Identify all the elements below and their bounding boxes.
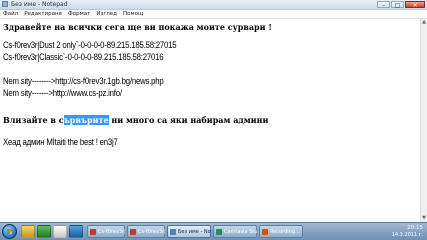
taskbar-item-recording[interactable]: Recording...: [259, 225, 303, 238]
system-tray[interactable]: 20:15 14.3.2011 г.: [391, 223, 427, 240]
taskbar-item-classic[interactable]: Cs-f0rev3r|Classic"...: [127, 225, 165, 238]
scroll-up-icon[interactable]: ▲: [421, 19, 427, 26]
clock-date: 14.3.2011 г.: [391, 232, 423, 238]
app-pinned-icon[interactable]: [37, 225, 51, 238]
explorer-pinned-icon[interactable]: [21, 225, 35, 238]
text-line-head-admin: Хеад админ MItaiti the best ! en3j7: [3, 137, 118, 148]
document-icon: [90, 229, 96, 235]
invite-text-after: ни много са яки набирам админи: [108, 115, 269, 125]
text-editor-area[interactable]: Здравейте на всички сега ще ви покажа мо…: [0, 19, 420, 222]
clock-time: 20:15: [407, 225, 423, 231]
notepad-icon: [2, 1, 8, 7]
text-line-server-classic: Cs-f0rev3r|Classic`-0-0-0-0-89.215.185.5…: [3, 52, 164, 63]
document-icon: [130, 229, 136, 235]
window-title: Без име - Notepad: [11, 1, 68, 8]
text-line-site-1: Nem sity-------->http://cs-f0rev3r.1gb.b…: [3, 76, 164, 87]
recording-icon: [262, 229, 268, 235]
browser-pinned-icon[interactable]: [69, 225, 83, 238]
text-line-server-dust2: Cs-f0rev3r|Dust 2 only`-0-0-0-0-89.215.1…: [3, 40, 177, 51]
title-bar[interactable]: Без име - Notepad – □ ✕: [0, 0, 427, 10]
media-pinned-icon[interactable]: [53, 225, 67, 238]
close-button[interactable]: ✕: [405, 1, 425, 9]
text-line-greeting: Здравейте на всички сега ще ви покажа мо…: [3, 22, 272, 32]
maximize-button[interactable]: □: [391, 1, 404, 9]
menu-help[interactable]: Помощ: [120, 10, 146, 18]
start-button[interactable]: [2, 224, 17, 239]
minimize-button[interactable]: –: [377, 1, 390, 9]
notepad-icon: [170, 229, 176, 235]
caption-buttons: – □ ✕: [377, 1, 425, 9]
menu-file[interactable]: Файл: [0, 10, 21, 18]
taskbar-item-camtasia[interactable]: Camtasia Studio - ...: [213, 225, 257, 238]
vertical-scrollbar[interactable]: ▲ ▼: [420, 19, 427, 222]
scroll-down-icon[interactable]: ▼: [421, 215, 427, 222]
notepad-window: Без име - Notepad – □ ✕ Файл Редактиране…: [0, 0, 427, 222]
windows-logo-icon: [7, 229, 12, 234]
camtasia-icon: [216, 229, 222, 235]
menu-bar: Файл Редактиране Формат Изглед Помощ: [0, 10, 427, 19]
invite-text-before: Влизайте в с: [3, 115, 64, 125]
taskbar-item-notepad[interactable]: Без име - Notepad: [167, 225, 211, 238]
text-line-site-2: Nem sity------->http://www.cs-pz.info/: [3, 88, 122, 99]
menu-edit[interactable]: Редактиране: [21, 10, 65, 18]
taskbar: Cs-f0rev3r|Dust 2 ... Cs-f0rev3r|Classic…: [0, 222, 427, 240]
menu-format[interactable]: Формат: [65, 10, 93, 18]
text-line-invite: Влизайте в сървърите ни много са яки наб…: [3, 115, 268, 125]
selected-text[interactable]: ървърите: [63, 115, 109, 125]
menu-view[interactable]: Изглед: [93, 10, 120, 18]
taskbar-item-dust2[interactable]: Cs-f0rev3r|Dust 2 ...: [87, 225, 125, 238]
